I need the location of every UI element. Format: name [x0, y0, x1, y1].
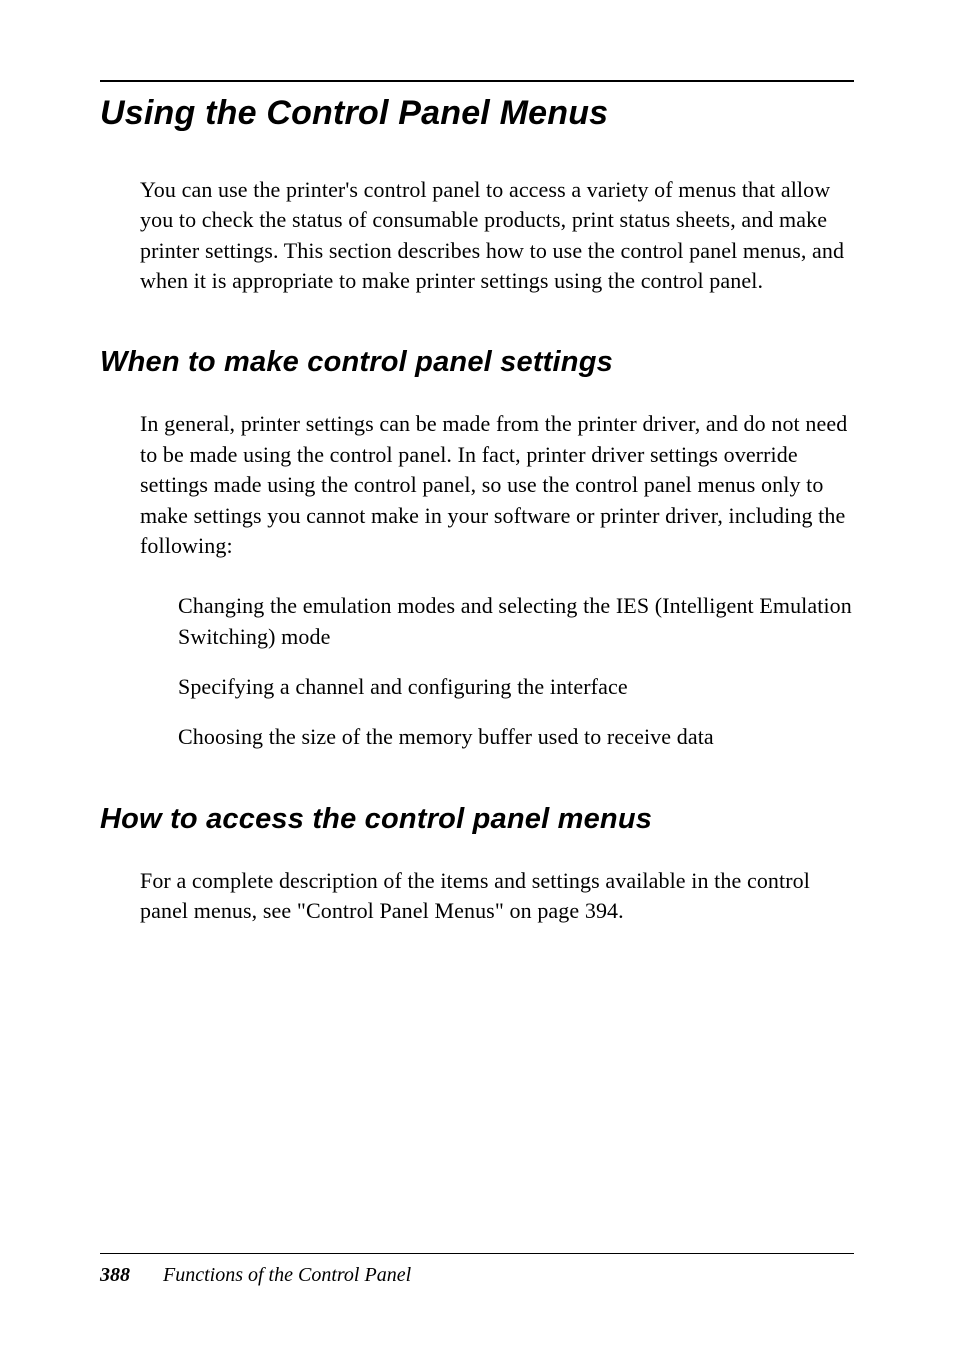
footer-rule — [100, 1253, 854, 1254]
heading-rule — [100, 80, 854, 82]
subheading-how: How to access the control panel menus — [100, 803, 854, 836]
footer-section-title: Functions of the Control Panel — [163, 1264, 411, 1286]
bullet-item-1: Changing the emulation modes and selecti… — [178, 591, 854, 652]
intro-paragraph: You can use the printer's control panel … — [140, 175, 854, 296]
bullet-item-2: Specifying a channel and configuring the… — [178, 672, 854, 702]
how-paragraph: For a complete description of the items … — [140, 866, 854, 927]
footer-text-container: 388 Functions of the Control Panel — [100, 1264, 854, 1287]
when-paragraph: In general, printer settings can be made… — [140, 409, 854, 561]
bullet-item-3: Choosing the size of the memory buffer u… — [178, 722, 854, 752]
subheading-when: When to make control panel settings — [100, 346, 854, 379]
page-footer: 388 Functions of the Control Panel — [100, 1253, 854, 1287]
main-heading: Using the Control Panel Menus — [100, 94, 854, 133]
page-number: 388 — [100, 1264, 130, 1286]
page-container: Using the Control Panel Menus You can us… — [0, 0, 954, 1355]
